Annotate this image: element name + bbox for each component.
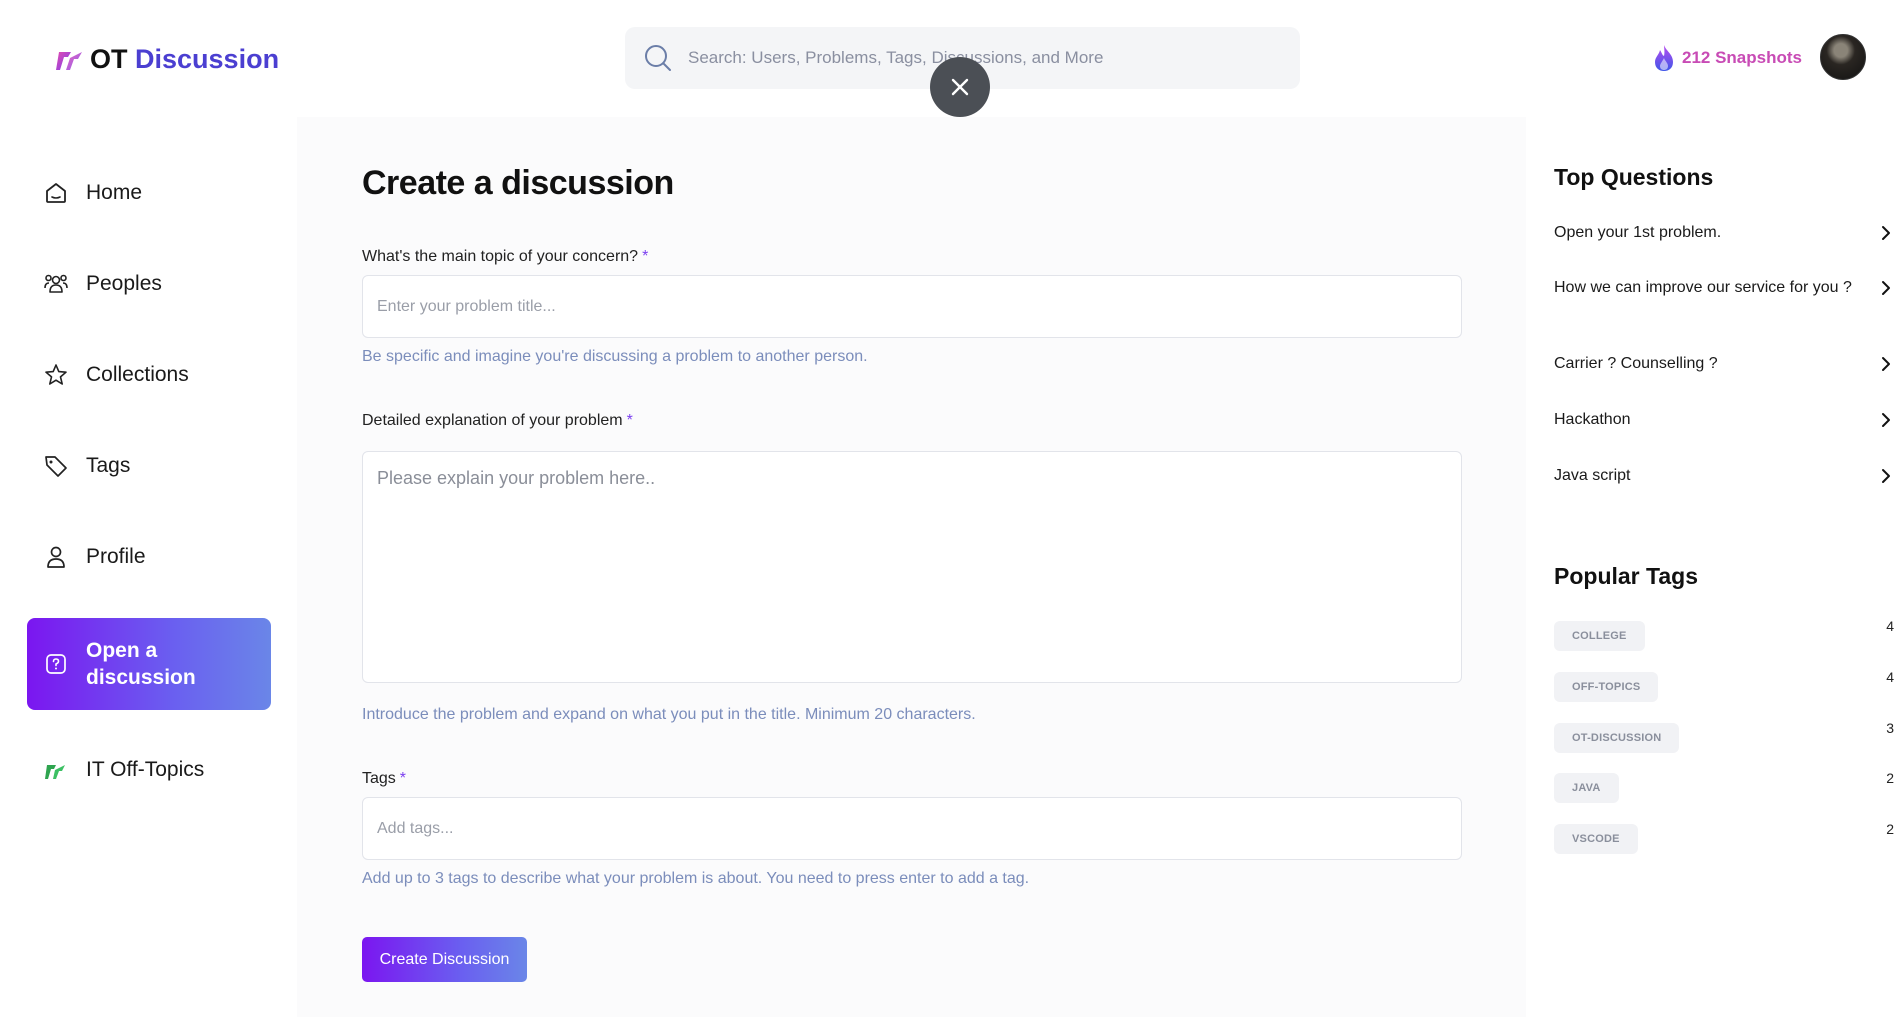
top-question-item[interactable]: How we can improve our service for you ?	[1554, 278, 1894, 297]
sidebar-item-tags[interactable]: Tags	[27, 436, 271, 496]
chevron-right-icon	[1882, 356, 1890, 371]
tag-chip[interactable]: COLLEGE	[1554, 621, 1645, 651]
question-text: How we can improve our service for you ?	[1554, 279, 1852, 296]
popular-tags-title: Popular Tags	[1554, 563, 1698, 589]
explanation-hint: Introduce the problem and expand on what…	[362, 706, 976, 723]
top-question-item[interactable]: Java script	[1554, 466, 1894, 485]
question-icon	[46, 654, 66, 674]
logo-icon	[56, 51, 82, 70]
people-icon	[44, 274, 68, 293]
topic-hint: Be specific and imagine you're discussin…	[362, 348, 868, 365]
popular-tag-row: OT-DISCUSSION 3	[1554, 720, 1894, 753]
tag-count: 2	[1886, 770, 1894, 786]
tag-count: 3	[1886, 720, 1894, 736]
required-mark: *	[642, 248, 649, 265]
sidebar-item-label: Home	[86, 181, 143, 204]
star-icon	[45, 364, 67, 385]
close-button[interactable]	[930, 57, 990, 117]
snapshots-label: 212 Snapshots	[1682, 48, 1802, 67]
logo-text-ot: OT	[90, 44, 128, 74]
problem-title-input[interactable]	[362, 275, 1462, 338]
topic-label: What's the main topic of your concern? *	[362, 248, 648, 266]
popular-tag-row: COLLEGE 4	[1554, 618, 1894, 651]
sidebar-item-home[interactable]: Home	[27, 163, 271, 223]
page-title: Create a discussion	[362, 164, 674, 202]
sidebar-item-peoples[interactable]: Peoples	[27, 254, 271, 314]
close-icon	[951, 78, 969, 96]
chevron-right-icon	[1882, 280, 1890, 295]
sidebar-item-profile[interactable]: Profile	[27, 527, 271, 587]
sidebar-item-label: IT Off-Topics	[86, 758, 205, 781]
question-text: Open your 1st problem.	[1554, 224, 1722, 241]
logo-text-discussion: Discussion	[135, 44, 280, 74]
popular-tag-row: VSCODE 2	[1554, 821, 1894, 854]
sidebar-item-label-line2: discussion	[86, 666, 196, 689]
app-logo[interactable]: OT Discussion	[56, 44, 279, 75]
tag-count: 4	[1886, 669, 1894, 685]
tags-label-text: Tags	[362, 770, 396, 787]
tags-input[interactable]	[362, 797, 1462, 860]
popular-tag-row: OFF-TOPICS 4	[1554, 669, 1894, 702]
main-content: Create a discussion What's the main topi…	[297, 117, 1526, 1017]
tag-chip[interactable]: OFF-TOPICS	[1554, 672, 1659, 702]
create-discussion-button[interactable]: Create Discussion	[362, 937, 527, 982]
top-question-item[interactable]: Hackathon	[1554, 410, 1894, 429]
tag-chip[interactable]: JAVA	[1554, 773, 1619, 803]
tag-chip[interactable]: OT-DISCUSSION	[1554, 723, 1680, 753]
tag-count: 4	[1886, 618, 1894, 634]
tags-hint: Add up to 3 tags to describe what your p…	[362, 870, 1030, 887]
user-avatar[interactable]	[1820, 34, 1866, 80]
question-text: Hackathon	[1554, 411, 1631, 428]
chevron-right-icon	[1882, 412, 1890, 427]
sidebar-item-label-line1: Open a	[86, 638, 158, 662]
top-question-item[interactable]: Open your 1st problem.	[1554, 223, 1894, 242]
chevron-right-icon	[1882, 225, 1890, 240]
tag-icon	[45, 456, 67, 477]
question-text: Java script	[1554, 467, 1631, 484]
tag-count: 2	[1886, 821, 1894, 837]
top-questions-title: Top Questions	[1554, 164, 1714, 190]
topic-label-text: What's the main topic of your concern?	[362, 248, 639, 265]
search-icon	[645, 45, 671, 71]
explanation-label-text: Detailed explanation of your problem	[362, 412, 623, 429]
required-mark: *	[399, 770, 407, 787]
tags-label: Tags *	[362, 770, 406, 788]
snapshots-counter[interactable]: 212 Snapshots	[1652, 44, 1802, 72]
left-sidebar: Home Peoples Collections Tags Profile Op…	[0, 117, 297, 1017]
tag-chip[interactable]: VSCODE	[1554, 824, 1638, 854]
sidebar-item-open-discussion[interactable]: Open a discussion	[27, 618, 271, 710]
sidebar-item-label: Profile	[86, 545, 146, 568]
top-question-item[interactable]: Carrier ? Counselling ?	[1554, 354, 1894, 373]
sidebar-item-label: Peoples	[86, 272, 162, 295]
sidebar-item-label: Tags	[86, 454, 131, 477]
required-mark: *	[626, 412, 633, 429]
logo-icon	[45, 765, 65, 779]
explanation-label: Detailed explanation of your problem *	[362, 412, 633, 430]
sidebar-item-it-off-topics[interactable]: IT Off-Topics	[27, 740, 271, 800]
popular-tag-row: JAVA 2	[1554, 770, 1894, 803]
sidebar-item-label: Collections	[86, 363, 189, 386]
user-icon	[47, 546, 65, 568]
sidebar-item-label: Open a discussion	[86, 637, 196, 692]
flame-icon	[1655, 45, 1673, 71]
sidebar-item-collections[interactable]: Collections	[27, 345, 271, 405]
right-sidebar: Top Questions Open your 1st problem. How…	[1526, 117, 1898, 1017]
home-icon	[46, 183, 66, 203]
problem-explanation-textarea[interactable]	[362, 451, 1462, 683]
chevron-right-icon	[1882, 468, 1890, 483]
question-text: Carrier ? Counselling ?	[1554, 355, 1718, 372]
